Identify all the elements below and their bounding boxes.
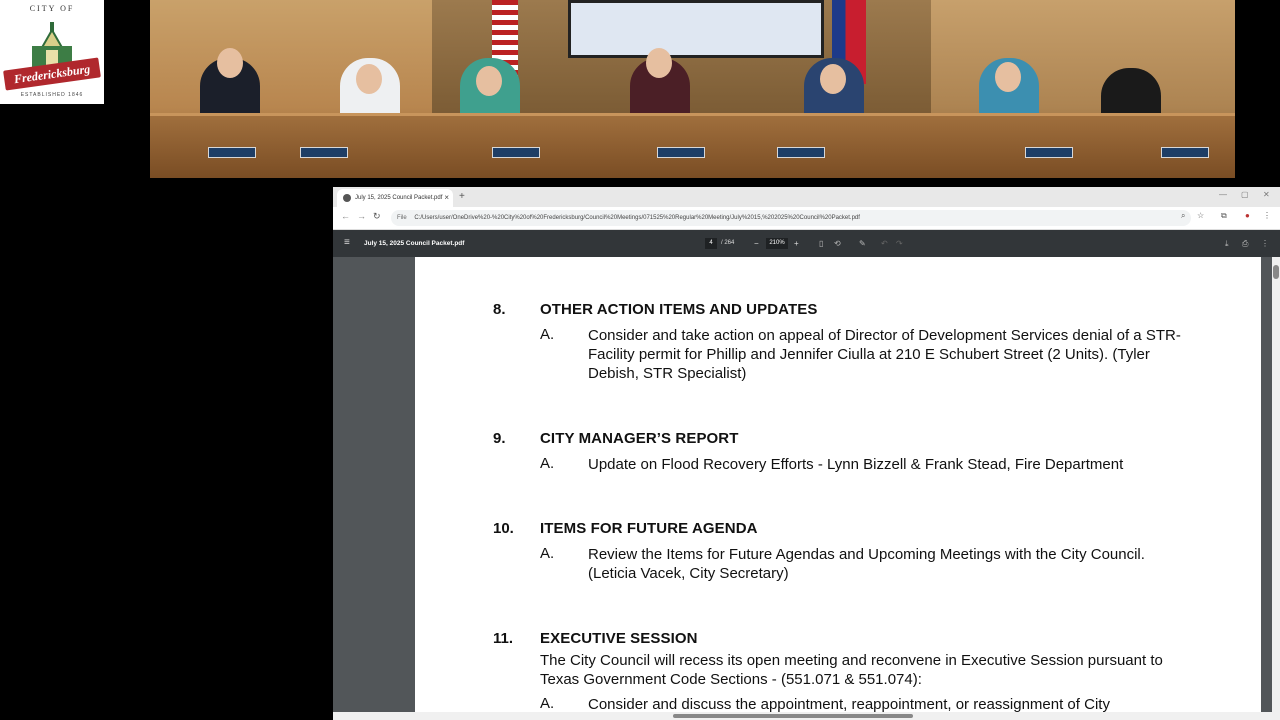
item-letter: A. — [540, 695, 555, 712]
rotate-icon[interactable]: ⟲ — [834, 230, 841, 257]
pdf-page: 8. OTHER ACTION ITEMS AND UPDATES A. Con… — [415, 257, 1261, 720]
video-feed-right — [931, 0, 1235, 178]
pdf-document-title: July 15, 2025 Council Packet.pdf — [364, 240, 465, 247]
zoom-in-button[interactable]: + — [794, 230, 799, 257]
nameplate — [300, 147, 348, 158]
horizontal-scrollbar[interactable] — [333, 712, 1280, 720]
page-number-input[interactable]: 4 — [705, 238, 717, 249]
hamburger-menu-icon[interactable]: ≡ — [344, 237, 350, 248]
council-member-head — [476, 66, 502, 96]
url-input[interactable]: File C:/Users/user/OneDrive%20-%20City%2… — [391, 210, 1191, 226]
extensions-icon[interactable]: ⧉ — [1221, 211, 1227, 221]
nameplate — [1161, 147, 1209, 158]
council-desk — [931, 113, 1235, 178]
redo-icon[interactable]: ↷ — [896, 230, 903, 257]
reload-icon[interactable]: ↻ — [373, 211, 381, 222]
print-icon[interactable]: ⎙ — [1242, 230, 1248, 257]
agenda-item-text: Consider and take action on appeal of Di… — [588, 327, 1181, 382]
tab-bar: July 15, 2025 Council Packet.pdf × + — ▢… — [333, 187, 1280, 207]
close-tab-icon[interactable]: × — [444, 189, 449, 207]
agenda-item-text: Update on Flood Recovery Efforts - Lynn … — [588, 456, 1124, 473]
bookmark-star-icon[interactable]: ☆ — [1197, 211, 1204, 220]
vertical-scrollbar[interactable] — [1272, 257, 1280, 712]
agenda-item-text: Review the Items for Future Agendas and … — [588, 546, 1145, 582]
section-heading: OTHER ACTION ITEMS AND UPDATES — [540, 301, 818, 318]
browser-window: July 15, 2025 Council Packet.pdf × + — ▢… — [333, 187, 1280, 720]
pdf-viewport[interactable]: 8. OTHER ACTION ITEMS AND UPDATES A. Con… — [333, 257, 1280, 720]
section-number: 11. — [493, 630, 514, 647]
tab-title: July 15, 2025 Council Packet.pdf — [355, 195, 443, 201]
more-options-icon[interactable]: ⋮ — [1261, 230, 1269, 257]
item-letter: A. — [540, 455, 555, 472]
close-window-icon[interactable]: ✕ — [1263, 190, 1270, 199]
forward-icon[interactable]: → — [357, 211, 366, 221]
section-number: 10. — [493, 520, 514, 537]
address-bar: ← → ↻ File C:/Users/user/OneDrive%20-%20… — [333, 207, 1280, 230]
council-desk — [432, 113, 931, 178]
profile-icon[interactable]: ● — [1245, 211, 1250, 220]
council-member-head — [356, 64, 382, 94]
section-intro-text: The City Council will recess its open me… — [540, 652, 1163, 688]
fit-page-icon[interactable]: ▯ — [819, 230, 823, 257]
council-member-head — [820, 64, 846, 94]
logo-established-text: ESTABLISHED 1846 — [20, 92, 84, 98]
pdf-toolbar: ≡ July 15, 2025 Council Packet.pdf 4 / 2… — [333, 230, 1280, 257]
horizontal-scroll-thumb[interactable] — [673, 714, 913, 718]
nameplate — [777, 147, 825, 158]
item-letter: A. — [540, 326, 555, 343]
minimize-icon[interactable]: — — [1219, 190, 1227, 199]
nameplate — [492, 147, 540, 158]
nameplate — [208, 147, 256, 158]
item-letter: A. — [540, 545, 555, 562]
zoom-out-button[interactable]: − — [754, 230, 759, 257]
section-number: 8. — [493, 301, 506, 318]
zoom-level-input[interactable]: 210% — [766, 238, 788, 249]
download-icon[interactable]: ⤓ — [1225, 230, 1229, 257]
section-heading: CITY MANAGER’S REPORT — [540, 430, 739, 447]
undo-icon[interactable]: ↶ — [881, 230, 888, 257]
section-heading: ITEMS FOR FUTURE AGENDA — [540, 520, 758, 537]
back-icon[interactable]: ← — [341, 211, 350, 221]
section-number: 9. — [493, 430, 506, 447]
wall-display-screen — [568, 0, 824, 58]
council-member-head — [995, 62, 1021, 92]
maximize-icon[interactable]: ▢ — [1241, 190, 1249, 199]
council-member-head — [217, 48, 243, 78]
vertical-scroll-thumb[interactable] — [1273, 265, 1279, 279]
city-logo: CITY OF Fredericksburg ESTABLISHED 1846 — [0, 0, 104, 104]
council-desk — [150, 113, 432, 178]
nameplate — [657, 147, 705, 158]
zoom-magnifier-icon[interactable]: ⌕ — [1181, 211, 1185, 221]
file-scheme-label: File — [397, 215, 407, 221]
mayor-head — [646, 48, 672, 78]
section-heading: EXECUTIVE SESSION — [540, 630, 698, 647]
tab-council-packet[interactable]: July 15, 2025 Council Packet.pdf × — [337, 189, 453, 207]
video-feed-center — [432, 0, 931, 178]
video-feed-left — [150, 0, 432, 178]
globe-icon — [343, 194, 351, 202]
page-total: / 264 — [721, 240, 735, 246]
nameplate — [1025, 147, 1073, 158]
browser-menu-icon[interactable]: ⋮ — [1263, 211, 1271, 220]
new-tab-button[interactable]: + — [459, 189, 465, 205]
annotate-icon[interactable]: ✎ — [859, 230, 866, 257]
url-text: C:/Users/user/OneDrive%20-%20City%20of%2… — [414, 215, 860, 221]
